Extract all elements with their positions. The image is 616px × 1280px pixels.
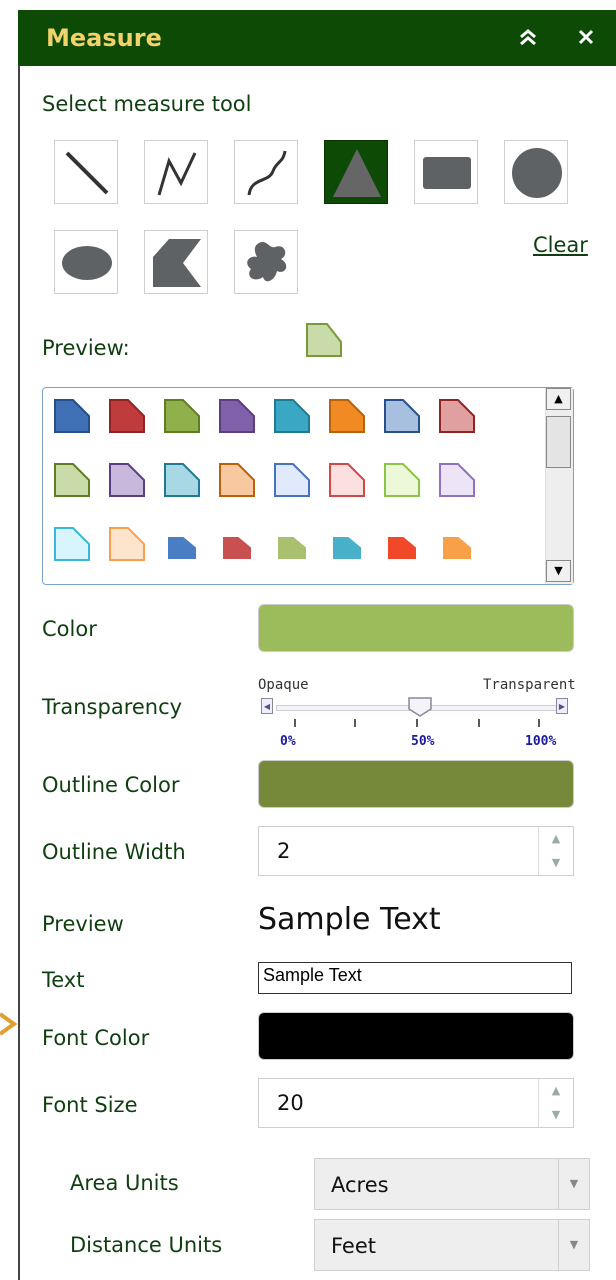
polyline-tool-button[interactable] bbox=[144, 140, 208, 204]
fill-color-swatch[interactable] bbox=[258, 604, 574, 652]
ellipse-tool-icon bbox=[62, 246, 112, 280]
freehand-polygon-tool-icon bbox=[247, 242, 287, 282]
increment-button[interactable]: ▲ bbox=[539, 1079, 573, 1103]
symbol-palette bbox=[42, 387, 574, 585]
slider-max-label: Transparent bbox=[483, 677, 576, 693]
palette-symbol[interactable] bbox=[163, 526, 201, 562]
chevron-down-icon: ▼ bbox=[558, 1220, 589, 1270]
slider-left-arrow[interactable]: ◀ bbox=[261, 698, 273, 714]
tick-0: 0% bbox=[280, 734, 296, 749]
outline-width-spinner[interactable]: 2 ▲ ▼ bbox=[258, 826, 574, 876]
palette-symbol[interactable] bbox=[273, 398, 311, 434]
palette-symbol[interactable] bbox=[328, 526, 366, 562]
tick-50: 50% bbox=[411, 734, 435, 749]
palette-symbol[interactable] bbox=[328, 462, 366, 498]
palette-symbol[interactable] bbox=[438, 462, 476, 498]
outline-width-value: 2 bbox=[277, 839, 291, 863]
ellipse-tool-button[interactable] bbox=[54, 230, 118, 294]
rectangle-tool-button[interactable] bbox=[414, 140, 478, 204]
polyline-tool-icon bbox=[157, 152, 197, 196]
area-units-select[interactable]: Acres ▼ bbox=[314, 1158, 590, 1210]
palette-symbol[interactable] bbox=[108, 398, 146, 434]
palette-symbol[interactable] bbox=[328, 398, 366, 434]
tick-100: 100% bbox=[525, 734, 557, 749]
area-units-value: Acres bbox=[331, 1173, 389, 1197]
polygon-tool-button[interactable] bbox=[144, 230, 208, 294]
rectangle-tool-icon bbox=[423, 157, 471, 189]
decrement-button[interactable]: ▼ bbox=[539, 1103, 573, 1127]
outline-color-swatch[interactable] bbox=[258, 760, 574, 808]
palette-symbol[interactable] bbox=[218, 526, 256, 562]
text-preview-label: Preview bbox=[42, 912, 124, 936]
palette-symbol[interactable] bbox=[53, 526, 91, 562]
font-color-swatch[interactable] bbox=[258, 1012, 574, 1060]
distance-units-select[interactable]: Feet ▼ bbox=[314, 1219, 590, 1271]
line-tool-button[interactable] bbox=[54, 140, 118, 204]
circle-tool-icon bbox=[512, 148, 562, 198]
transparency-label: Transparency bbox=[42, 695, 183, 719]
spinner-arrows: ▲ ▼ bbox=[538, 827, 573, 875]
scroll-thumb[interactable] bbox=[546, 416, 571, 468]
palette-symbol[interactable] bbox=[273, 526, 311, 562]
slider-min-label: Opaque bbox=[258, 677, 309, 693]
chevron-down-icon: ▼ bbox=[558, 1159, 589, 1209]
decrement-button[interactable]: ▼ bbox=[539, 851, 573, 875]
increment-button[interactable]: ▲ bbox=[539, 827, 573, 851]
font-size-value: 20 bbox=[277, 1091, 304, 1115]
palette-symbol[interactable] bbox=[218, 462, 256, 498]
font-size-spinner[interactable]: 20 ▲ ▼ bbox=[258, 1078, 574, 1128]
transparency-slider[interactable]: ◀ ▶ bbox=[258, 697, 570, 717]
slider-right-arrow[interactable]: ▶ bbox=[556, 698, 568, 714]
polygon-tool-icon bbox=[153, 239, 201, 287]
palette-symbol[interactable] bbox=[163, 398, 201, 434]
slider-thumb[interactable] bbox=[408, 697, 432, 717]
palette-symbol[interactable] bbox=[273, 462, 311, 498]
palette-scrollbar[interactable]: ▲ ▼ bbox=[545, 388, 573, 584]
palette-symbol[interactable] bbox=[383, 462, 421, 498]
triangle-tool-icon bbox=[333, 149, 381, 197]
palette-symbol[interactable] bbox=[163, 462, 201, 498]
scroll-down-button[interactable]: ▼ bbox=[546, 560, 571, 582]
close-icon bbox=[578, 29, 594, 45]
sample-text-preview: Sample Text bbox=[258, 902, 441, 937]
palette-symbol[interactable] bbox=[108, 526, 146, 562]
circle-tool-button[interactable] bbox=[504, 140, 568, 204]
palette-symbol[interactable] bbox=[438, 526, 476, 562]
triangle-tool-button[interactable] bbox=[324, 140, 388, 204]
text-input[interactable]: Sample Text bbox=[258, 962, 572, 994]
select-tool-heading: Select measure tool bbox=[42, 92, 252, 116]
spinner-arrows: ▲ ▼ bbox=[538, 1079, 573, 1127]
title-bar: Measure bbox=[18, 10, 616, 66]
freehand-line-tool-button[interactable] bbox=[234, 140, 298, 204]
palette-symbol[interactable] bbox=[383, 398, 421, 434]
panel-title: Measure bbox=[46, 24, 162, 52]
collapse-button[interactable] bbox=[513, 22, 543, 52]
distance-units-value: Feet bbox=[331, 1234, 377, 1258]
double-chevron-up-icon bbox=[520, 29, 536, 46]
palette-symbol[interactable] bbox=[383, 526, 421, 562]
palette-symbol[interactable] bbox=[53, 462, 91, 498]
close-button[interactable] bbox=[571, 22, 601, 52]
preview-label: Preview: bbox=[42, 336, 130, 360]
outline-width-label: Outline Width bbox=[42, 840, 186, 864]
scroll-up-button[interactable]: ▲ bbox=[546, 388, 571, 410]
line-tool-icon bbox=[65, 151, 109, 195]
color-label: Color bbox=[42, 617, 97, 641]
font-size-label: Font Size bbox=[42, 1093, 138, 1117]
font-color-label: Font Color bbox=[42, 1026, 150, 1050]
palette-symbol[interactable] bbox=[438, 398, 476, 434]
slider-ticks bbox=[294, 719, 540, 727]
freehand-polygon-tool-button[interactable] bbox=[234, 230, 298, 294]
symbol-preview-icon bbox=[306, 323, 342, 357]
clear-link[interactable]: Clear bbox=[533, 233, 588, 257]
outline-color-label: Outline Color bbox=[42, 773, 180, 797]
palette-symbol[interactable] bbox=[53, 398, 91, 434]
palette-symbol[interactable] bbox=[218, 398, 256, 434]
area-units-label: Area Units bbox=[70, 1171, 179, 1195]
text-label: Text bbox=[42, 968, 85, 992]
freehand-line-tool-icon bbox=[247, 150, 287, 196]
distance-units-label: Distance Units bbox=[70, 1233, 223, 1257]
pointer-arrow-icon bbox=[0, 1012, 18, 1036]
palette-symbol[interactable] bbox=[108, 462, 146, 498]
